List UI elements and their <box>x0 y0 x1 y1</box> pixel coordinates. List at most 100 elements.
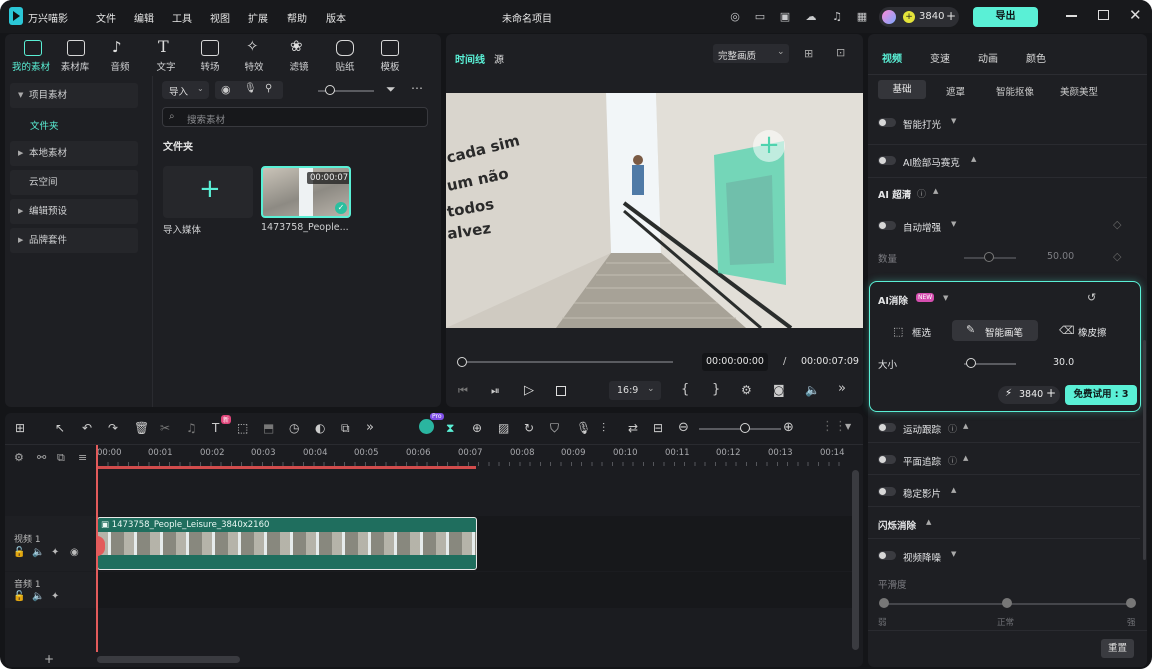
tab-stock[interactable]: 素材库 <box>55 59 95 73</box>
menu-edit[interactable]: 编辑 <box>134 10 154 25</box>
mark-out-icon[interactable]: } <box>712 382 720 397</box>
ai-mosaic-toggle[interactable] <box>878 156 896 165</box>
tab-sticker[interactable]: 贴纸 <box>325 59 365 73</box>
help-icon[interactable]: ⓘ <box>948 422 957 435</box>
tab-video[interactable]: 视频 <box>882 50 902 65</box>
caret-down-icon[interactable]: ▼ <box>951 550 956 558</box>
subtab-mask[interactable]: 遮罩 <box>946 84 965 98</box>
dropdown-icon[interactable]: ▼ <box>845 422 851 431</box>
stop-icon[interactable] <box>556 386 566 396</box>
add-track-icon[interactable]: + <box>44 652 54 666</box>
text-edit-icon[interactable]: T <box>212 421 219 435</box>
timeline-hscroll[interactable] <box>97 656 240 663</box>
caret-up-icon[interactable]: ▲ <box>926 518 931 526</box>
caret-down-icon[interactable]: ▼ <box>951 117 956 125</box>
add-credits-icon[interactable]: + <box>946 9 956 23</box>
tab-animation[interactable]: 动画 <box>978 50 998 65</box>
video-clip[interactable]: ▣ 1473758_People_Leisure_3840x2160 <box>97 517 477 570</box>
my-media-icon[interactable] <box>24 40 42 56</box>
menu-view[interactable]: 视图 <box>210 10 230 25</box>
sidebar-item-folder[interactable]: 文件夹 <box>30 118 59 132</box>
tab-transition[interactable]: 转场 <box>190 59 230 73</box>
eraser-icon[interactable]: ⌫ <box>1059 324 1075 337</box>
sidebar-item-brand-kit[interactable]: ▶ 品牌套件 <box>10 228 138 253</box>
redo-icon[interactable]: ↷ <box>108 421 118 435</box>
ai-copilot-icon[interactable] <box>419 419 434 434</box>
denoise-toggle[interactable] <box>878 551 896 560</box>
box-select-icon[interactable]: ⬚ <box>893 325 903 338</box>
voice-icon[interactable]: ⚲ <box>265 83 272 94</box>
caret-up-icon[interactable]: ▲ <box>963 422 968 430</box>
mixer-icon[interactable]: ⫶ <box>602 421 605 436</box>
scope-icon[interactable]: ⊡ <box>836 46 845 59</box>
record-icon[interactable]: ◉ <box>221 83 231 96</box>
tool-box-select[interactable]: 框选 <box>912 325 931 339</box>
smooth-stop-strong[interactable] <box>1126 598 1136 608</box>
auto-enhance-toggle[interactable] <box>878 221 896 230</box>
motion-track-toggle[interactable] <box>878 423 896 432</box>
volume-icon[interactable]: 🔈 <box>805 383 820 397</box>
cut-icon[interactable]: ✂ <box>160 421 170 435</box>
effects-icon[interactable]: ✧ <box>246 37 259 55</box>
subtab-beauty[interactable]: 美颜美型 <box>1060 84 1098 98</box>
close-icon[interactable]: ✕ <box>1129 6 1142 24</box>
stock-icon[interactable] <box>67 40 85 56</box>
lock-icon[interactable]: 🔓 <box>13 591 25 602</box>
sidebar-item-cloud[interactable]: 云空间 <box>10 170 138 195</box>
snapshot-icon[interactable]: ◙ <box>773 383 785 397</box>
zoom-knob[interactable] <box>740 423 750 433</box>
tab-timeline[interactable]: 时间线 <box>455 51 485 66</box>
tool-eraser[interactable]: 橡皮擦 <box>1078 325 1107 339</box>
thumb-size-knob[interactable] <box>325 85 335 95</box>
mute-icon[interactable]: 🔈 <box>32 547 44 558</box>
caret-up-icon[interactable]: ▲ <box>933 187 938 195</box>
filter-funnel-icon[interactable]: ⏷ <box>386 82 396 97</box>
tab-effects[interactable]: 特效 <box>234 59 274 73</box>
eye-icon[interactable]: ◉ <box>70 547 79 558</box>
audio-icon[interactable]: ♪ <box>112 38 122 56</box>
speed-icon[interactable]: ◷ <box>289 421 299 435</box>
free-trial-button[interactable]: 免费试用 : 3 <box>1065 385 1137 405</box>
rotate-icon[interactable]: ↻ <box>524 421 534 435</box>
reset-icon[interactable]: ↺ <box>1087 291 1096 304</box>
mark-in-icon[interactable]: { <box>681 382 689 397</box>
shield-icon[interactable]: ⛉ <box>550 421 559 436</box>
fit-icon[interactable]: ⊟ <box>653 421 663 435</box>
ai-credits-pill[interactable]: ⚡ 3840 + <box>998 386 1060 404</box>
transition-icon[interactable] <box>201 40 219 56</box>
playback-progress[interactable] <box>467 361 673 363</box>
maximize-icon[interactable] <box>1098 10 1109 20</box>
layout-icon[interactable]: ⊞ <box>15 421 25 435</box>
render-icon[interactable]: ⚙ <box>741 383 752 397</box>
menu-version[interactable]: 版本 <box>326 10 346 25</box>
menu-file[interactable]: 文件 <box>96 10 116 25</box>
more-icon[interactable]: ⋯ <box>411 81 423 95</box>
caret-down-icon[interactable]: ▼ <box>951 220 956 228</box>
credits-pill[interactable]: + 3840 + <box>879 7 959 27</box>
audio-split-icon[interactable]: ♫ <box>186 421 197 435</box>
delete-icon[interactable]: 🗑 <box>134 421 149 435</box>
lock-icon[interactable]: 🔓 <box>13 547 25 558</box>
minimize-icon[interactable] <box>1066 15 1077 17</box>
import-media-tile[interactable]: + <box>163 166 253 218</box>
save-icon[interactable]: ▣ <box>777 9 793 25</box>
magic-icon[interactable]: ✦ <box>51 591 59 602</box>
help-icon[interactable]: ⓘ <box>948 454 957 467</box>
mute-icon[interactable]: 🔈 <box>32 591 44 602</box>
snap-icon[interactable]: ⧗ <box>446 421 454 436</box>
screen-icon[interactable]: ▭ <box>752 9 768 25</box>
stabilize-toggle[interactable] <box>878 487 896 496</box>
layers-icon[interactable]: ≡ <box>78 451 87 464</box>
zoom-in-icon[interactable]: ⊕ <box>783 420 794 435</box>
caret-up-icon[interactable]: ▲ <box>963 454 968 462</box>
track-menu-icon[interactable]: ⋮⋮ <box>821 419 847 434</box>
search-input[interactable]: ⌕ 搜索素材 <box>162 107 428 127</box>
template-icon[interactable] <box>381 40 399 56</box>
reset-button[interactable]: 重置 <box>1101 639 1134 658</box>
tab-audio[interactable]: 音频 <box>100 59 140 73</box>
ai-crop-icon[interactable]: ⧉ <box>341 421 350 436</box>
headset-icon[interactable]: ♫ <box>829 9 845 25</box>
tab-source[interactable]: 源 <box>494 51 504 66</box>
play-icon[interactable]: ▷ <box>524 383 534 398</box>
menu-help[interactable]: 帮助 <box>287 10 307 25</box>
